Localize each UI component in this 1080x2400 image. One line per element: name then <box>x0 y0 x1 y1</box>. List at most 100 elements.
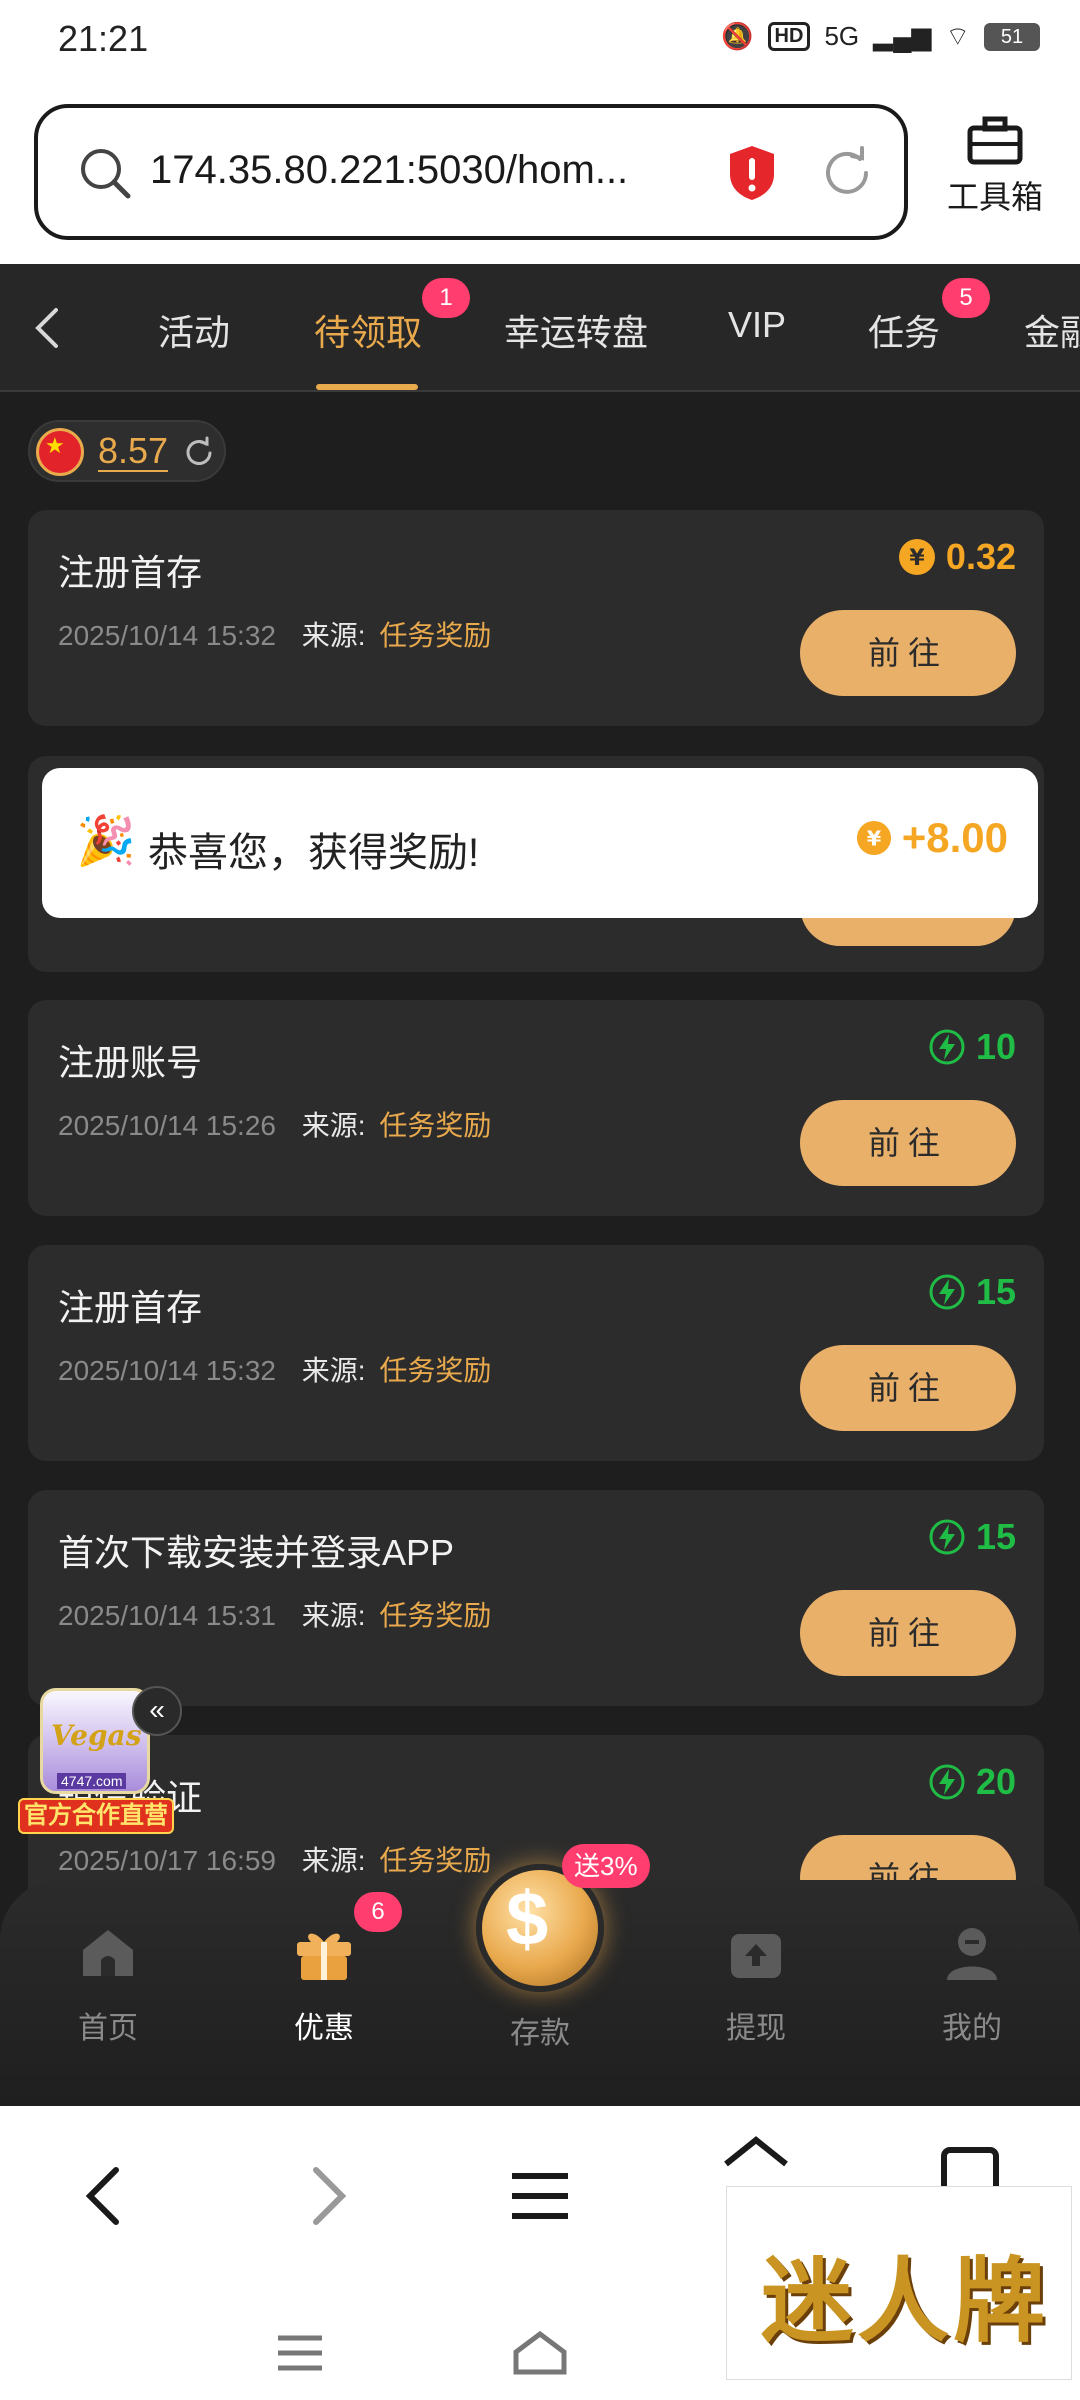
card-source-label: 来源: <box>301 1355 366 1386</box>
nav-home-label: 首页 <box>78 2012 138 2045</box>
card-reward: ¥ 0.32 <box>898 536 1016 578</box>
energy-bolt-icon <box>929 1764 965 1800</box>
network-label: 5G <box>824 21 860 51</box>
toolbox-label: 工具箱 <box>946 179 1043 215</box>
toast-reward-value: +8.00 <box>901 814 1008 861</box>
float-ad-label: 官方合作直营 <box>18 1798 174 1834</box>
tab-pending-badge: 1 <box>422 278 470 318</box>
card-date: 2025/10/17 16:59 <box>58 1845 276 1876</box>
energy-bolt-icon <box>929 1274 965 1310</box>
card-date: 2025/10/14 15:32 <box>58 1355 276 1386</box>
browser-forward-icon[interactable] <box>286 2156 366 2236</box>
svg-text:¥: ¥ <box>866 827 881 851</box>
card-source-label: 来源: <box>301 620 366 651</box>
card-source: 任务奖励 <box>379 1600 492 1631</box>
toolbox-button[interactable]: 工具箱 <box>940 116 1050 218</box>
card-meta: 2025/10/14 15:31 来源: 任务奖励 <box>58 1594 491 1634</box>
nav-withdraw[interactable]: 提现 <box>686 1920 826 2047</box>
watermark-brand-ad: 迷人牌 <box>726 2186 1072 2380</box>
card-meta: 2025/10/14 15:26 来源: 任务奖励 <box>58 1104 491 1144</box>
svg-text:¥: ¥ <box>909 546 925 571</box>
yen-coin-icon: ¥ <box>898 539 935 575</box>
card-source-label: 来源: <box>301 1110 366 1141</box>
collapse-icon[interactable]: « <box>132 1686 182 1736</box>
reward-toast: 🎉 恭喜您，获得奖励! ¥ +8.00 <box>42 768 1038 918</box>
status-bar: 21:21 🔕 HD 5G ▂▄▆ ⌔ 51 <box>0 0 1080 84</box>
balance-pill[interactable]: ★ 8.57 <box>28 420 226 482</box>
search-icon <box>81 149 131 199</box>
home-icon <box>83 1930 133 1976</box>
system-menu-icon[interactable] <box>270 2328 330 2378</box>
card-source-label: 来源: <box>301 1600 366 1631</box>
card-title: 注册账号 <box>58 1042 203 1083</box>
bottom-nav: 首页 优惠 6 $ 送3% 存款 提现 我的 <box>0 1844 1080 2106</box>
nav-profile[interactable]: 我的 <box>902 1920 1042 2047</box>
card-title: 注册首存 <box>58 1287 203 1328</box>
refresh-icon[interactable] <box>182 436 216 470</box>
brand-ad-text: 迷人牌 <box>761 2247 1050 2355</box>
tab-finance[interactable]: 金融 <box>1024 304 1080 356</box>
yen-coin-icon: ¥ <box>856 820 891 856</box>
tab-lucky-wheel[interactable]: 幸运转盘 <box>504 304 648 356</box>
status-icons: 🔕 HD 5G ▂▄▆ ⌔ 51 <box>721 20 1040 53</box>
url-text[interactable]: 174.35.80.221:5030/hom... <box>150 148 710 193</box>
browser-back-icon[interactable] <box>66 2156 146 2236</box>
card-source: 任务奖励 <box>379 620 492 651</box>
withdraw-icon <box>731 1934 781 1978</box>
security-warning-icon[interactable] <box>726 144 778 202</box>
nav-profile-label: 我的 <box>942 2012 1002 2045</box>
tab-tasks[interactable]: 任务 <box>868 304 940 356</box>
tab-activity[interactable]: 活动 <box>158 304 230 356</box>
wifi-icon: ⌔ <box>945 21 970 51</box>
profile-icon <box>947 1928 997 1980</box>
hd-icon: HD <box>767 22 811 51</box>
china-flag-icon: ★ <box>36 428 84 476</box>
nav-offers-badge: 6 <box>354 1892 402 1932</box>
go-button[interactable]: 前往 <box>800 610 1016 696</box>
card-reward-value: 20 <box>975 1761 1016 1802</box>
nav-offers[interactable]: 优惠 <box>254 1920 394 2047</box>
floating-partner-ad[interactable]: Vegas 4747.com 官方合作直营 « <box>18 1686 182 1834</box>
browser-menu-icon[interactable] <box>500 2156 580 2236</box>
card-source-label: 来源: <box>301 1845 366 1876</box>
toast-reward: ¥ +8.00 <box>856 814 1008 862</box>
status-time: 21:21 <box>58 18 149 59</box>
reward-card: 注册首存 2025/10/14 15:32 来源: 任务奖励 ¥ 0.32 前往 <box>28 510 1044 726</box>
signal-icon: ▂▄▆ <box>873 21 932 51</box>
back-chevron-icon[interactable] <box>28 302 68 354</box>
toast-message: 恭喜您，获得奖励! <box>148 831 480 875</box>
system-home-icon[interactable] <box>510 2328 570 2378</box>
card-source: 任务奖励 <box>379 1845 492 1876</box>
nav-home[interactable]: 首页 <box>38 1920 178 2047</box>
card-reward-value: 15 <box>975 1271 1016 1312</box>
reward-card: 注册首存 2025/10/14 15:32 来源: 任务奖励 15 前往 <box>28 1245 1044 1461</box>
card-source: 任务奖励 <box>379 1355 492 1386</box>
active-tab-indicator <box>316 384 418 390</box>
nav-deposit[interactable]: 存款 <box>470 2008 610 2052</box>
go-button[interactable]: 前往 <box>800 1590 1016 1676</box>
card-title: 首次下载安装并登录APP <box>58 1532 455 1573</box>
party-popper-icon: 🎉 <box>76 815 136 868</box>
card-meta: 2025/10/14 15:32 来源: 任务奖励 <box>58 614 491 654</box>
browser-address-area: 174.35.80.221:5030/hom... 工具箱 <box>0 84 1080 264</box>
toolbox-icon <box>967 116 1023 165</box>
reward-card: 首次下载安装并登录APP 2025/10/14 15:31 来源: 任务奖励 1… <box>28 1490 1044 1706</box>
go-button[interactable]: 前往 <box>800 1345 1016 1431</box>
address-bar[interactable]: 174.35.80.221:5030/hom... <box>34 104 908 240</box>
card-reward: 15 <box>928 1516 1016 1558</box>
card-reward-value: 15 <box>975 1516 1016 1557</box>
reload-icon[interactable] <box>818 144 876 202</box>
tab-pending[interactable]: 待领取 <box>314 304 422 356</box>
battery-icon: 51 <box>984 22 1040 51</box>
card-reward: 10 <box>928 1026 1016 1068</box>
mute-bell-icon: 🔕 <box>721 21 754 51</box>
reward-card: 注册账号 2025/10/14 15:26 来源: 任务奖励 10 前往 <box>28 1000 1044 1216</box>
category-tab-bar: 活动 待领取 1 幸运转盘 VIP 任务 5 金融 <box>0 264 1080 392</box>
go-button[interactable]: 前往 <box>800 1100 1016 1186</box>
card-reward: 15 <box>928 1271 1016 1313</box>
card-title: 注册首存 <box>58 552 203 593</box>
tab-vip[interactable]: VIP <box>728 304 786 346</box>
card-source: 任务奖励 <box>379 1110 492 1141</box>
card-date: 2025/10/14 15:32 <box>58 620 276 651</box>
card-meta: 2025/10/14 15:32 来源: 任务奖励 <box>58 1349 491 1389</box>
